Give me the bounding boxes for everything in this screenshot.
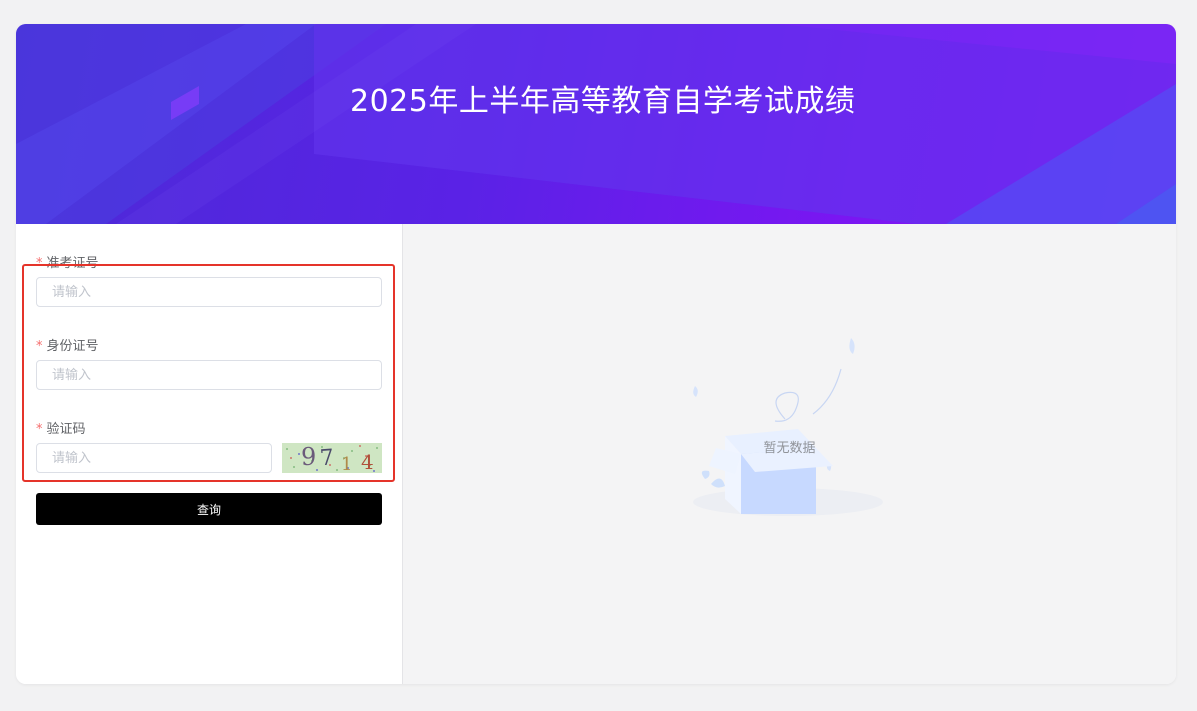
admission-number-input[interactable]	[36, 277, 382, 307]
captcha-digit-1: 9	[301, 443, 316, 471]
captcha-label-text: 验证码	[46, 422, 86, 437]
empty-text: 暂无数据	[763, 441, 816, 456]
captcha-digit-2: 7	[319, 445, 335, 471]
empty-box-icon	[673, 324, 903, 524]
query-form: *准考证号 *身份证号 *验证码	[16, 224, 403, 684]
captcha-digit-4: 4	[361, 450, 374, 473]
result-panel: 暂无数据	[403, 224, 1176, 684]
required-mark: *	[36, 339, 43, 354]
banner-decoration	[16, 24, 1176, 224]
score-query-card: 2025年上半年高等教育自学考试成绩 *准考证号 *身份证号 *验证码	[16, 24, 1176, 684]
required-mark: *	[36, 256, 43, 271]
id-card-label-text: 身份证号	[46, 339, 99, 354]
admission-number-label: * 准考证号	[36, 252, 99, 271]
id-card-input[interactable]	[36, 360, 382, 390]
header-banner: 2025年上半年高等教育自学考试成绩	[16, 24, 1176, 224]
captcha-label: * 验证码	[36, 418, 86, 437]
captcha-input[interactable]	[36, 443, 272, 473]
captcha-image[interactable]: 9 7 1 4	[282, 443, 382, 473]
page-title: 2025年上半年高等教育自学考试成绩	[350, 84, 856, 119]
id-card-label: * 身份证号	[36, 335, 99, 354]
admission-number-label-text: 准考证号	[46, 256, 99, 271]
query-button[interactable]: 查询	[36, 493, 382, 525]
captcha-digit-3: 1	[341, 454, 352, 473]
required-mark: *	[36, 422, 43, 437]
